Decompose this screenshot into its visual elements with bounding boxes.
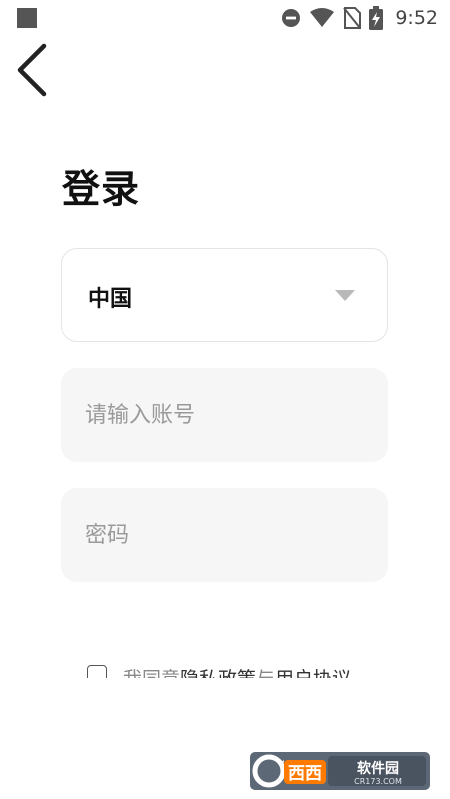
agree-checkbox[interactable]	[87, 665, 107, 678]
agreement-conjunction: 与	[256, 668, 275, 678]
watermark-site: CR173.COM	[354, 777, 402, 786]
wifi-icon	[310, 8, 335, 27]
notification-square-icon	[17, 8, 37, 28]
battery-charging-icon	[369, 6, 384, 30]
country-select[interactable]: 中国	[61, 248, 388, 342]
dropdown-arrow-icon	[335, 290, 355, 301]
agreement-row: 我同意隐私政策与用户协议	[87, 660, 387, 678]
page-title: 登录	[62, 167, 141, 211]
country-value: 中国	[88, 287, 133, 312]
privacy-policy-link[interactable]: 隐私政策	[180, 668, 256, 678]
watermark-brand: 西西	[288, 764, 322, 784]
status-icons: 9:52	[281, 5, 438, 31]
password-input[interactable]	[61, 488, 388, 582]
no-sim-icon	[343, 7, 362, 29]
account-input[interactable]	[61, 368, 388, 462]
password-field	[61, 488, 388, 582]
account-field	[61, 368, 388, 462]
watermark-tagline: 软件园	[357, 760, 399, 777]
watermark-logo: 西西 软件园 CR173.COM	[250, 752, 430, 790]
chevron-left-icon	[17, 43, 47, 97]
status-bar: 9:52	[0, 0, 450, 36]
do-not-disturb-icon	[282, 9, 301, 27]
agreement-text: 我同意隐私政策与用户协议	[123, 664, 351, 678]
user-agreement-link[interactable]: 用户协议	[275, 668, 351, 678]
agreement-prefix: 我同意	[123, 668, 180, 678]
status-time: 9:52	[395, 7, 438, 29]
back-button[interactable]	[12, 40, 56, 100]
